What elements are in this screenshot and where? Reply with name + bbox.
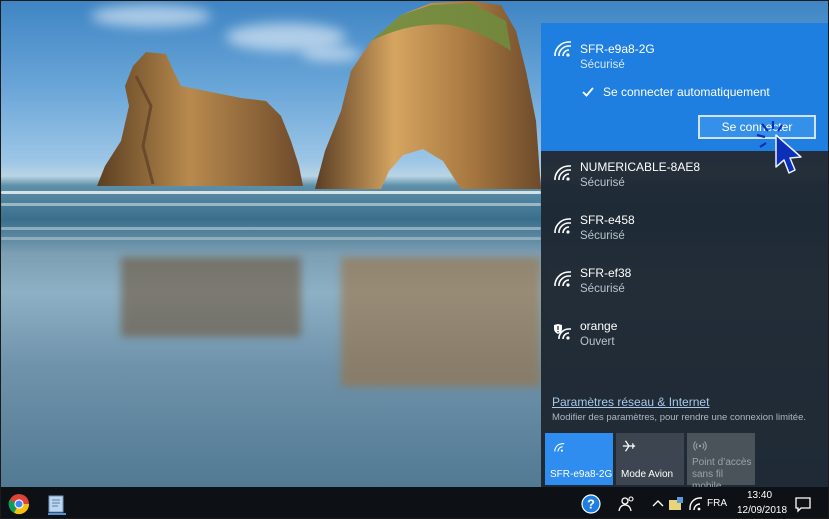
wave-line xyxy=(1,237,541,240)
open-wifi-shield-icon xyxy=(554,324,571,340)
help-icon[interactable]: ? xyxy=(579,492,603,516)
arch-rock-formation xyxy=(315,1,541,189)
clock-time[interactable]: 13:40 xyxy=(747,490,772,501)
taskbar: ? FRA 13:40 12/09/2018 xyxy=(1,487,828,518)
mobile-hotspot-tile[interactable]: Point d’accès sans fil mobile xyxy=(687,433,755,492)
wifi-tray-icon[interactable] xyxy=(684,492,708,516)
chrome-icon[interactable] xyxy=(7,492,31,516)
selected-network-item[interactable]: SFR-e9a8-2G Sécurisé Se connecter automa… xyxy=(541,23,828,174)
network-name: SFR-e458 xyxy=(580,213,635,227)
airplane-mode-label: Mode Avion xyxy=(621,469,674,480)
rock-reflection xyxy=(121,257,301,337)
wifi-icon xyxy=(554,41,571,57)
hotspot-label-line1: Point d’accès xyxy=(692,457,752,468)
wifi-icon xyxy=(554,165,571,181)
wifi-icon xyxy=(554,218,571,234)
wifi-flyout: SFR-e9a8-2G Sécurisé Se connecter automa… xyxy=(541,23,828,492)
network-status: Sécurisé xyxy=(580,230,625,242)
wifi-icon xyxy=(554,443,565,452)
network-item[interactable]: SFR-e458 Sécurisé xyxy=(541,204,828,256)
wave-line xyxy=(1,191,541,194)
airplane-mode-tile[interactable]: Mode Avion xyxy=(616,433,684,485)
network-item[interactable]: SFR-ef38 Sécurisé xyxy=(541,257,828,309)
network-settings-link[interactable]: Paramètres réseau & Internet xyxy=(552,395,709,409)
wifi-tile[interactable]: SFR-e9a8-2G xyxy=(545,433,613,485)
airplane-icon xyxy=(622,440,636,452)
clock-date[interactable]: 12/09/2018 xyxy=(737,505,787,516)
wave-line xyxy=(1,227,541,230)
svg-text:?: ? xyxy=(587,497,595,512)
rock-reflection xyxy=(341,257,541,387)
screenshot-frame: SFR-e9a8-2G Sécurisé Se connecter automa… xyxy=(0,0,829,519)
network-status: Sécurisé xyxy=(580,283,625,295)
network-name: SFR-ef38 xyxy=(580,266,632,280)
hotspot-icon xyxy=(693,441,707,451)
people-icon[interactable] xyxy=(615,492,639,516)
wifi-icon xyxy=(554,271,571,287)
network-item[interactable]: orange Ouvert xyxy=(541,310,828,362)
auto-connect-label: Se connecter automatiquement xyxy=(603,85,770,99)
wifi-tile-label: SFR-e9a8-2G xyxy=(550,469,613,480)
network-name: NUMERICABLE-8AE8 xyxy=(580,160,701,174)
network-settings-description: Modifier des paramètres, pour rendre une… xyxy=(552,412,806,423)
network-status: Sécurisé xyxy=(580,177,625,189)
action-center-icon[interactable] xyxy=(791,492,815,516)
left-rock-formation xyxy=(97,52,303,186)
cloud xyxy=(91,5,211,27)
language-indicator[interactable]: FRA xyxy=(707,498,727,509)
auto-connect-checkbox[interactable] xyxy=(581,85,595,99)
network-item[interactable]: NUMERICABLE-8AE8 Sécurisé xyxy=(541,151,828,203)
network-name: SFR-e9a8-2G xyxy=(580,42,655,56)
network-name: orange xyxy=(580,319,618,333)
wave-line xyxy=(1,203,541,206)
network-status: Sécurisé xyxy=(580,59,625,71)
network-status: Ouvert xyxy=(580,336,615,348)
notepad-app-icon[interactable] xyxy=(45,492,69,516)
